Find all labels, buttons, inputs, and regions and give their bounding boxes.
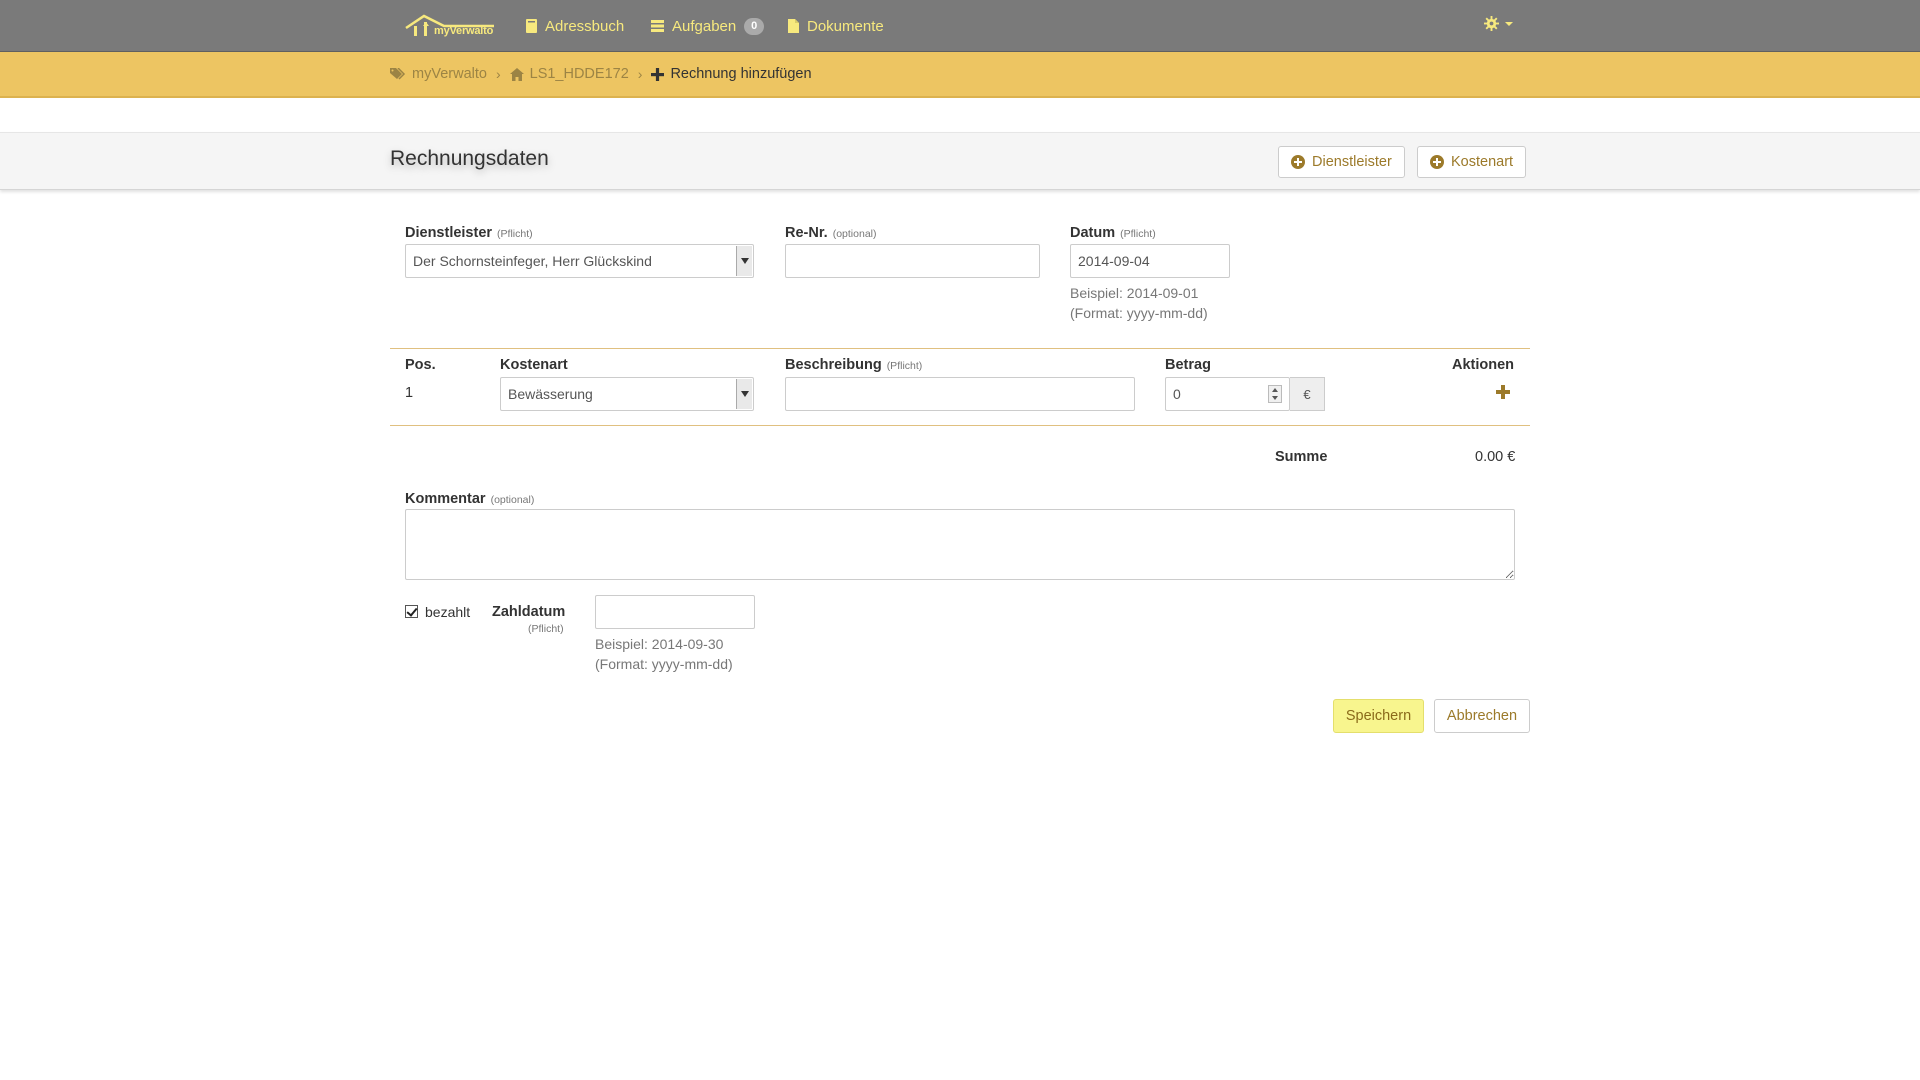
col-header-beschreibung: Beschreibung (Pflicht) xyxy=(785,357,922,373)
optional-tag: (optional) xyxy=(490,494,535,506)
book-icon xyxy=(526,19,537,33)
col-header-kostenart: Kostenart xyxy=(500,357,568,373)
section-header: Rechnungsdaten Dienstleister Kostenart xyxy=(0,132,1920,190)
page-title: Rechnungsdaten xyxy=(390,147,549,170)
renr-label-text: Re-Nr. xyxy=(785,225,828,241)
kostenart-value: Bewässerung xyxy=(508,386,593,402)
renr-label: Re-Nr. (optional) xyxy=(785,225,877,241)
breadcrumb-label: Rechnung hinzufügen xyxy=(670,66,812,82)
home-icon xyxy=(509,67,524,81)
nav-adressbuch-label: Adressbuch xyxy=(545,17,625,35)
nav-adressbuch[interactable]: Adressbuch xyxy=(526,16,624,36)
nav-aufgaben[interactable]: Aufgaben 0 xyxy=(651,16,765,36)
position-number: 1 xyxy=(405,385,414,401)
add-position-icon[interactable] xyxy=(1496,385,1510,399)
zahldatum-input[interactable] xyxy=(595,595,755,629)
add-dienstleister-label: Dienstleister xyxy=(1312,154,1392,170)
gear-icon xyxy=(1484,16,1499,31)
bezahlt-label[interactable]: bezahlt xyxy=(425,604,470,620)
breadcrumb-item-home[interactable]: myVerwalto xyxy=(390,66,487,82)
tasks-icon xyxy=(651,20,664,32)
brand-logo[interactable]: myVerwalto xyxy=(404,12,496,40)
optional-tag: (optional) xyxy=(832,228,877,240)
plus-circle-icon xyxy=(1430,155,1444,169)
required-tag: (Pflicht) xyxy=(497,228,533,240)
betrag-stepper[interactable] xyxy=(1268,385,1282,403)
breadcrumb-separator: › xyxy=(495,66,501,82)
chevron-down-icon xyxy=(740,391,749,397)
brand-name: myVerwalto xyxy=(434,25,494,37)
dropdown-arrow[interactable] xyxy=(736,246,752,276)
beschreibung-input[interactable] xyxy=(785,377,1135,411)
nav-dokumente[interactable]: Dokumente xyxy=(788,16,884,36)
chevron-down-icon xyxy=(1505,21,1513,26)
breadcrumb-label: LS1_HDDE172 xyxy=(529,66,629,82)
dienstleister-label-text: Dienstleister xyxy=(405,225,493,241)
zahldatum-required-tag: (Pflicht) xyxy=(528,623,564,635)
col-header-pos: Pos. xyxy=(405,357,436,373)
col-header-betrag: Betrag xyxy=(1165,357,1211,373)
document-icon xyxy=(788,19,799,33)
datum-input[interactable]: 2014-09-04 xyxy=(1070,244,1230,278)
kommentar-label: Kommentar (optional) xyxy=(405,491,534,507)
summe-label: Summe xyxy=(1275,449,1328,465)
datum-label: Datum (Pflicht) xyxy=(1070,225,1156,241)
tags-icon xyxy=(390,67,406,80)
required-tag: (Pflicht) xyxy=(1120,228,1156,240)
bezahlt-checkbox[interactable] xyxy=(405,605,418,618)
required-tag: (Pflicht) xyxy=(886,360,923,372)
breadcrumb-label: myVerwalto xyxy=(412,66,487,82)
breadcrumb-bar: myVerwalto › LS1_HDDE172 › Rechnung hinz… xyxy=(0,52,1920,98)
step-up-icon[interactable] xyxy=(1272,388,1278,392)
top-navbar: myVerwalto Adressbuch Aufgaben 0 Dokumen… xyxy=(0,0,1920,52)
renr-input[interactable] xyxy=(785,244,1040,278)
dropdown-arrow[interactable] xyxy=(736,379,752,409)
kommentar-textarea[interactable] xyxy=(405,509,1515,580)
kommentar-label-text: Kommentar xyxy=(405,491,486,507)
plus-circle-icon xyxy=(1291,155,1305,169)
datum-hint-format: (Format: yyyy-mm-dd) xyxy=(1070,305,1208,321)
dienstleister-select[interactable]: Der Schornsteinfeger, Herr Glückskind xyxy=(405,244,754,278)
tasks-count-badge: 0 xyxy=(744,17,765,35)
divider xyxy=(390,425,1530,426)
breadcrumb-separator: › xyxy=(637,66,643,82)
settings-dropdown[interactable] xyxy=(1484,16,1513,31)
datum-label-text: Datum xyxy=(1070,225,1116,241)
chevron-down-icon xyxy=(740,258,749,264)
kostenart-select[interactable]: Bewässerung xyxy=(500,377,754,411)
breadcrumb: myVerwalto › LS1_HDDE172 › Rechnung hinz… xyxy=(390,66,812,82)
add-kostenart-button[interactable]: Kostenart xyxy=(1417,146,1527,178)
save-button[interactable]: Speichern xyxy=(1333,699,1424,733)
nav-dokumente-label: Dokumente xyxy=(807,17,884,35)
datum-hint-example: Beispiel: 2014-09-01 xyxy=(1070,285,1199,301)
cancel-button[interactable]: Abbrechen xyxy=(1434,699,1530,733)
breadcrumb-item-property[interactable]: LS1_HDDE172 xyxy=(509,66,629,82)
col-header-aktionen: Aktionen xyxy=(1452,357,1515,373)
step-down-icon[interactable] xyxy=(1272,396,1278,400)
dienstleister-value: Der Schornsteinfeger, Herr Glückskind xyxy=(413,253,652,269)
currency-addon: € xyxy=(1290,377,1325,411)
plus-icon xyxy=(651,67,665,81)
add-kostenart-label: Kostenart xyxy=(1451,154,1514,170)
zahldatum-hint-format: (Format: yyyy-mm-dd) xyxy=(595,656,733,672)
breadcrumb-item-current: Rechnung hinzufügen xyxy=(651,66,812,82)
zahldatum-hint-example: Beispiel: 2014-09-30 xyxy=(595,636,724,652)
divider xyxy=(390,348,1530,349)
beschreibung-label-text: Beschreibung xyxy=(785,357,882,373)
nav-aufgaben-label: Aufgaben xyxy=(672,17,737,35)
add-dienstleister-button[interactable]: Dienstleister xyxy=(1278,146,1405,178)
summe-value: 0.00 € xyxy=(1475,449,1516,465)
zahldatum-label: Zahldatum xyxy=(492,604,566,620)
dienstleister-label: Dienstleister (Pflicht) xyxy=(405,225,533,241)
